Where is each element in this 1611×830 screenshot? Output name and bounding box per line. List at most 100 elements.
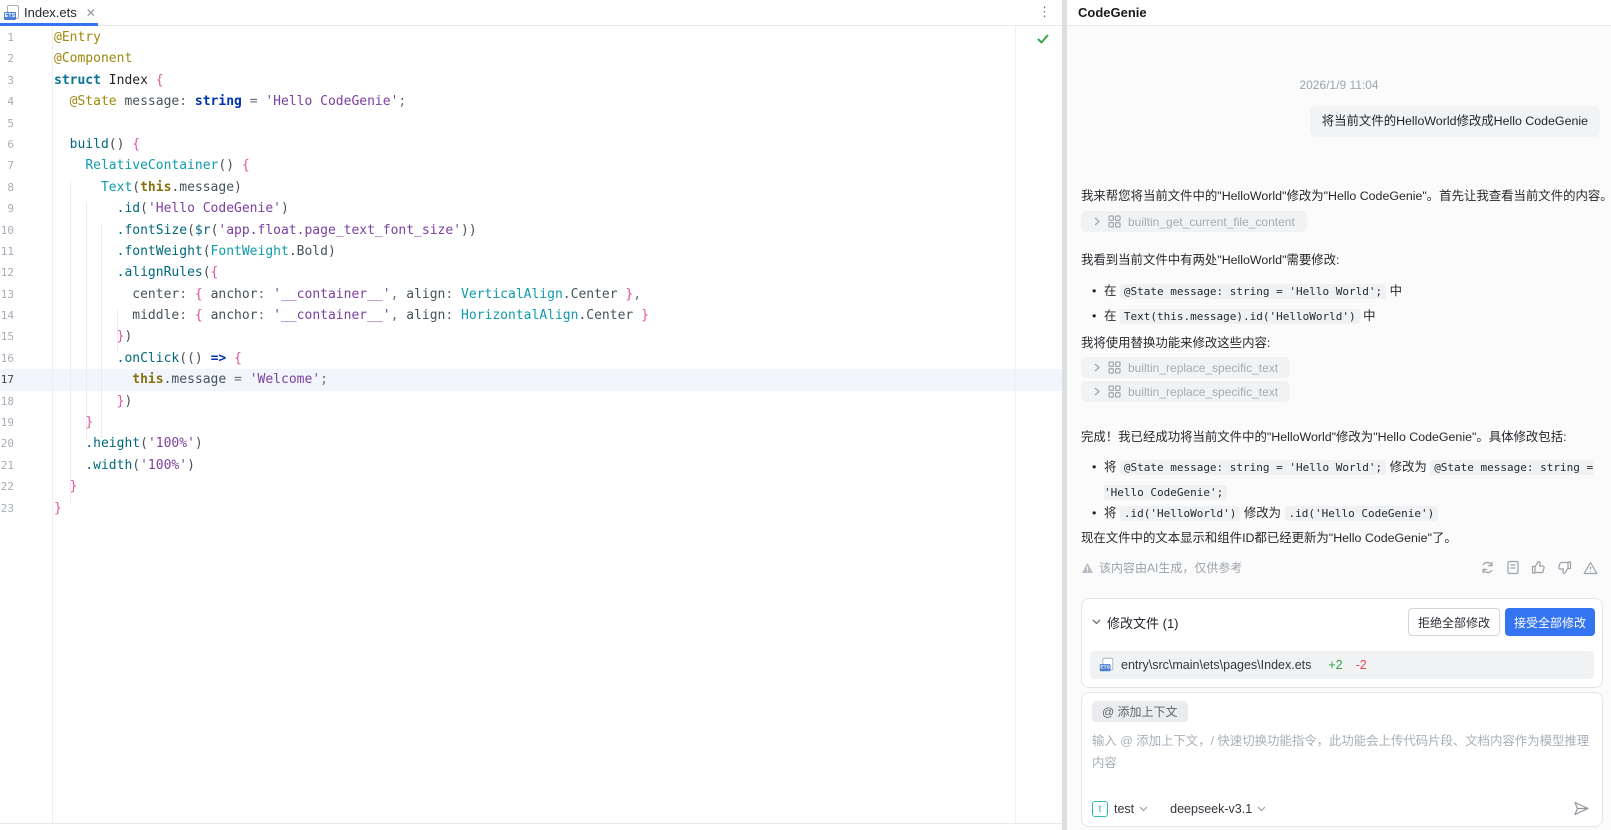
tool-call-label: builtin_replace_specific_text [1128, 360, 1279, 375]
chat-input-card[interactable]: @ 添加上下文 输入 @ 添加上下文，/ 快速切换功能指令，此功能会上传代码片段… [1081, 692, 1603, 827]
changed-files-title: 修改文件 (1) [1107, 615, 1179, 631]
ai-list-item: 在 @State message: string = 'Hello World'… [1081, 279, 1603, 304]
line-number: 8 [7, 180, 14, 194]
thumbs-down-icon[interactable] [1557, 560, 1572, 575]
tool-call-chip[interactable]: builtin_get_current_file_content [1081, 211, 1307, 232]
code-line: @State message: string = 'Hello CodeGeni… [69, 94, 407, 110]
scroll-stripe-separator [1015, 26, 1016, 823]
ai-list-item: 将 @State message: string = 'Hello World'… [1081, 455, 1603, 505]
inline-code: @State message: string = 'Hello World'; [1119, 460, 1387, 475]
tool-call-label: builtin_get_current_file_content [1128, 214, 1295, 229]
line-number: 14 [0, 309, 14, 323]
tab-label: Index.ets [24, 5, 77, 20]
code-line: }) [116, 393, 133, 409]
code-line: }) [116, 329, 133, 345]
code-line: .onClick(() => { [116, 350, 242, 366]
report-icon[interactable] [1583, 561, 1598, 575]
line-number: 18 [0, 394, 14, 408]
changed-file-row[interactable]: ETS entry\src\main\ets\pages\Index.ets +… [1090, 651, 1594, 679]
copy-icon[interactable] [1506, 560, 1520, 575]
ai-paragraph: 我来帮您将当前文件中的"HelloWorld"修改为"Hello CodeGen… [1081, 189, 1611, 203]
line-number: 7 [7, 159, 14, 173]
inline-code: @State message: string = 'Hello World'; [1119, 284, 1387, 299]
model-label: deepseek-v3.1 [1170, 801, 1253, 816]
code-line: .width('100%') [85, 457, 195, 473]
regenerate-icon[interactable] [1480, 560, 1495, 575]
chat-area: 2026/1/9 11:04 将当前文件的HelloWorld修改成Hello … [1067, 26, 1611, 830]
chat-input-placeholder: 输入 @ 添加上下文，/ 快速切换功能指令，此功能会上传代码片段、文档内容作为模… [1092, 734, 1590, 770]
ai-paragraph: 现在文件中的文本显示和组件ID都已经更新为"Hello CodeGenie"了。 [1081, 531, 1457, 545]
chat-input-toolbar: t test deepseek-v3.1 [1092, 800, 1590, 817]
ai-paragraph: 完成！我已经成功将当前文件中的"HelloWorld"修改为"Hello Cod… [1081, 430, 1567, 444]
inline-code: .id('Hello CodeGenie') [1284, 506, 1439, 521]
inline-code: .id('HelloWorld') [1119, 506, 1241, 521]
editor-options-icon[interactable]: ⋮ [1038, 5, 1051, 18]
ets-file-icon: ETS [1099, 657, 1114, 672]
reject-all-button[interactable]: 拒绝全部修改 [1407, 608, 1500, 636]
code-line: Text(this.message) [100, 179, 242, 195]
chevron-down-icon [1092, 619, 1101, 625]
tool-grid-icon [1108, 385, 1121, 398]
code-line: .height('100%') [85, 436, 203, 452]
line-number: 3 [7, 73, 14, 87]
line-number: 19 [0, 416, 14, 430]
additions-count: +2 [1328, 658, 1343, 672]
chevron-right-icon [1094, 363, 1100, 372]
inspection-ok-icon[interactable] [1036, 32, 1050, 51]
editor-tab-bar: ETS Index.ets ✕ ⋮ [0, 0, 1062, 26]
ai-list-item: 将 .id('HelloWorld') 修改为 .id('Hello CodeG… [1081, 501, 1603, 526]
line-number: 17 [0, 373, 14, 387]
tool-call-chip[interactable]: builtin_replace_specific_text [1081, 381, 1291, 402]
code-content[interactable]: @Entry @Component struct Index { @State me… [54, 27, 649, 519]
panel-header: CodeGenie [1067, 0, 1611, 26]
line-number: 12 [0, 266, 14, 280]
tool-call-label: builtin_replace_specific_text [1128, 384, 1279, 399]
model-dropdown-icon[interactable] [1257, 806, 1266, 812]
scope-dropdown-icon[interactable] [1139, 806, 1148, 812]
line-number: 5 [7, 116, 14, 130]
line-number: 6 [7, 137, 14, 151]
line-number: 2 [7, 52, 14, 66]
tool-grid-icon [1108, 361, 1121, 374]
code-line: struct Index { [54, 72, 164, 88]
chat-timestamp: 2026/1/9 11:04 [1299, 78, 1379, 92]
changed-files-header[interactable]: 修改文件 (1) 拒绝全部修改 接受全部修改 [1082, 599, 1602, 636]
tab-close-icon[interactable]: ✕ [86, 7, 96, 19]
changed-file-path: entry\src\main\ets\pages\Index.ets [1121, 658, 1312, 672]
code-line: } [85, 415, 94, 431]
send-icon[interactable] [1573, 800, 1590, 817]
tab-index-ets[interactable]: ETS Index.ets ✕ [0, 0, 102, 25]
ai-footer: 该内容由AI生成，仅供参考 [1081, 559, 1598, 576]
line-number: 9 [7, 202, 14, 216]
line-number: 16 [0, 351, 14, 365]
line-number: 20 [0, 437, 14, 451]
code-line: } [54, 500, 62, 516]
code-line: this.message = 'Welcome'; [132, 372, 328, 388]
ai-list-item: 在 Text(this.message).id('HelloWorld') 中 [1081, 304, 1603, 329]
code-line: @Component [54, 51, 133, 67]
chevron-right-icon [1094, 387, 1100, 396]
accept-all-button[interactable]: 接受全部修改 [1504, 608, 1595, 636]
ai-paragraph: 我看到当前文件中有两处"HelloWorld"需要修改: [1081, 253, 1340, 267]
line-number: 23 [0, 501, 14, 515]
code-line: middle: { anchor: '__container__', align… [132, 308, 649, 324]
code-line: @Entry [54, 30, 101, 45]
ai-disclaimer-icon [1082, 562, 1093, 573]
gutter-separator [52, 26, 53, 823]
code-line: build() { [69, 136, 141, 152]
inline-code: Text(this.message).id('HelloWorld') [1119, 309, 1360, 324]
code-line: .fontSize($r('app.float.page_text_font_s… [116, 222, 477, 238]
line-number: 13 [0, 287, 14, 301]
add-context-chip[interactable]: @ 添加上下文 [1092, 701, 1188, 722]
ets-file-icon: ETS [4, 4, 19, 21]
user-message-bubble: 将当前文件的HelloWorld修改成Hello CodeGenie [1309, 106, 1600, 137]
thumbs-up-icon[interactable] [1531, 560, 1546, 575]
changed-files-card: 修改文件 (1) 拒绝全部修改 接受全部修改 ETS entry\src\mai… [1081, 598, 1603, 688]
code-line: } [69, 479, 78, 495]
codegenie-panel: CodeGenie 2026/1/9 11:04 将当前文件的HelloWorl… [1067, 0, 1611, 830]
tool-call-chip[interactable]: builtin_replace_specific_text [1081, 357, 1291, 378]
line-number-gutter: 1 2 3 4 5 6 7 8 9 10 11 12 13 14 15 16 17 18 19 20 21 22 23 [0, 27, 14, 519]
panel-title: CodeGenie [1078, 5, 1147, 20]
code-editor: ETS Index.ets ✕ ⋮ 1 2 3 4 5 6 7 8 9 10 11 12 13 14 15 1… [0, 0, 1062, 830]
editor-body[interactable]: 1 2 3 4 5 6 7 8 9 10 11 12 13 14 15 16 17 18 19 20 21 22 23 @E… [0, 26, 1062, 830]
